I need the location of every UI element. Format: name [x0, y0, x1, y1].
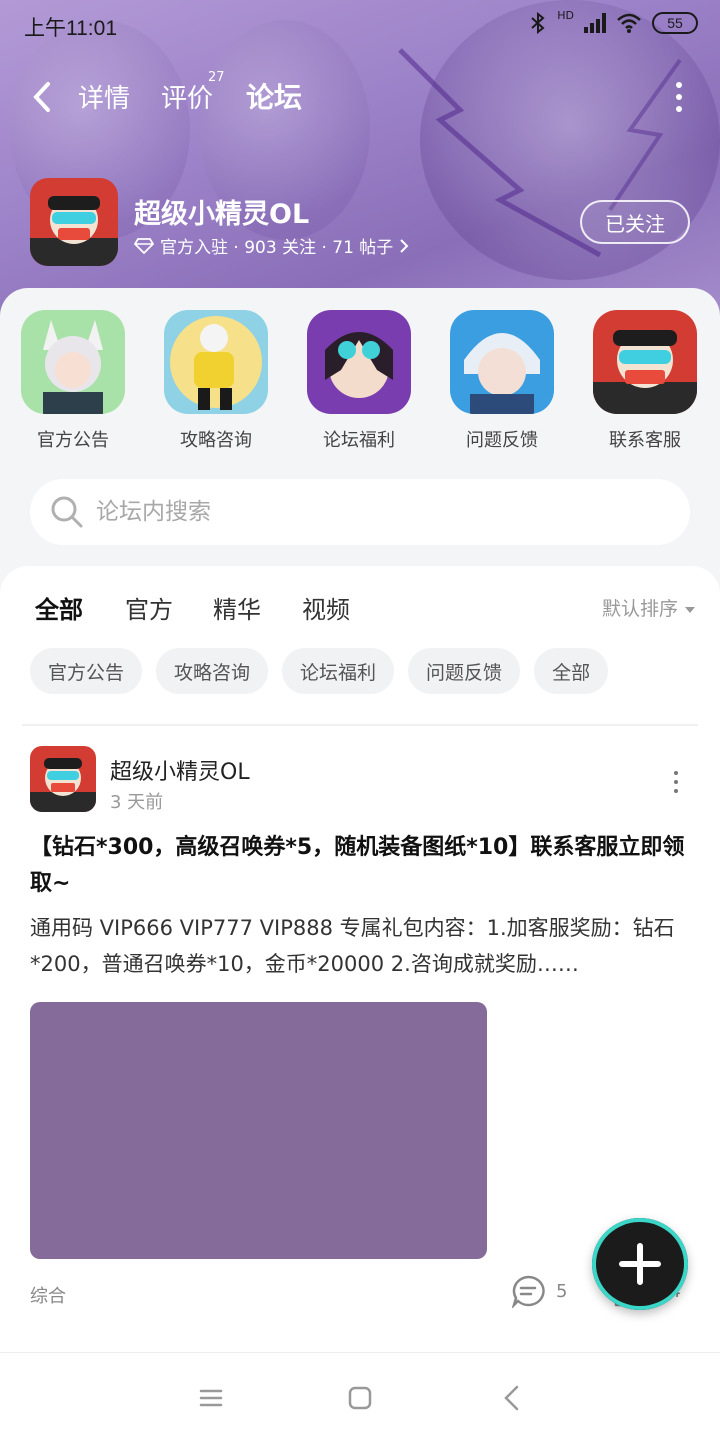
chip-feedback[interactable]: 问题反馈: [408, 648, 521, 694]
category-avatar: [450, 310, 554, 414]
category-support[interactable]: 联系客服: [580, 310, 710, 452]
search-input[interactable]: [96, 489, 656, 535]
category-label: 论坛福利: [323, 430, 395, 451]
category-welfare[interactable]: 论坛福利: [294, 310, 424, 452]
feed-tab-featured[interactable]: 精华: [213, 590, 261, 625]
wifi-icon: [617, 13, 641, 33]
menu-icon[interactable]: [196, 1383, 226, 1413]
follow-button[interactable]: 已关注: [580, 200, 690, 244]
more-options-icon[interactable]: [676, 82, 684, 112]
category-feedback[interactable]: 问题反馈: [437, 310, 567, 452]
category-label: 攻略咨询: [180, 430, 252, 451]
chip-all[interactable]: 全部: [534, 648, 609, 694]
post-time: 3 天前: [110, 792, 164, 813]
game-info: 超级小精灵OL 官方入驻 · 903 关注 · 71 帖子 已关注: [30, 178, 690, 268]
status-time: 上午11:01: [24, 17, 117, 40]
category-label: 联系客服: [609, 430, 681, 451]
chip-guide[interactable]: 攻略咨询: [156, 648, 269, 694]
category-label: 官方公告: [37, 430, 109, 451]
chip-official-notice[interactable]: 官方公告: [30, 648, 143, 694]
tab-reviews[interactable]: 评价: [161, 78, 213, 115]
feed-tab-official[interactable]: 官方: [125, 590, 173, 625]
chevron-right-icon: [400, 238, 409, 253]
tab-forum[interactable]: 论坛: [246, 76, 303, 119]
review-count-badge: 27: [208, 70, 225, 85]
divider: [22, 724, 698, 726]
game-title: 超级小精灵OL: [134, 199, 310, 230]
sort-label: 默认排序: [601, 598, 678, 620]
plus-icon: [619, 1243, 661, 1285]
category-official-notice[interactable]: 官方公告: [8, 310, 138, 452]
post-image[interactable]: [30, 1002, 487, 1259]
category-avatar: [593, 310, 697, 414]
feed-tabs: 全部 官方 精华 视频 默认排序: [0, 584, 720, 634]
post-author[interactable]: 超级小精灵OL: [110, 754, 250, 786]
bluetooth-icon: [531, 12, 545, 34]
comment-count: 5: [556, 1280, 568, 1302]
post-feed: 全部 官方 精华 视频 默认排序 官方公告 攻略咨询 论坛福利 问题反馈 全部: [0, 566, 720, 1440]
search-icon: [51, 496, 83, 528]
chip-welfare[interactable]: 论坛福利: [282, 648, 395, 694]
feed-tab-video[interactable]: 视频: [302, 590, 350, 625]
status-bar: 上午11:01 HD 55: [0, 0, 720, 50]
game-icon[interactable]: [30, 178, 118, 266]
tab-details[interactable]: 详情: [78, 78, 130, 115]
post-excerpt[interactable]: 通用码 VIP666 VIP777 VIP888 专属礼包内容：1.加客服奖励：…: [30, 910, 690, 982]
sort-dropdown[interactable]: 默认排序: [602, 594, 696, 621]
battery-indicator: 55: [652, 12, 698, 34]
system-nav-bar: [0, 1352, 720, 1440]
post-category-tag: 综合: [30, 1286, 66, 1307]
post-title[interactable]: 【钻石*300，高级召唤券*5，随机装备图纸*10】联系客服立即领取~: [30, 830, 690, 902]
category-avatar: [307, 310, 411, 414]
comment-icon: [511, 1275, 545, 1308]
game-stats[interactable]: 官方入驻 · 903 关注 · 71 帖子: [160, 233, 393, 258]
caret-down-icon: [685, 607, 695, 613]
avatar[interactable]: [30, 746, 96, 812]
category-shortcuts: 官方公告 攻略咨询 论坛福利 问题反馈 联系客服: [0, 310, 720, 460]
category-guide[interactable]: 攻略咨询: [151, 310, 281, 452]
home-icon[interactable]: [345, 1383, 375, 1413]
back-nav-icon[interactable]: [497, 1383, 527, 1413]
post-more-icon[interactable]: [674, 771, 678, 793]
network-type: HD: [557, 8, 574, 22]
game-banner: 上午11:01 HD 55 详情 评价 27 论坛 超级小精灵OL 官方入驻 ·…: [0, 0, 720, 320]
forum-search-bar[interactable]: [30, 479, 690, 545]
category-avatar: [21, 310, 125, 414]
diamond-icon: [134, 237, 154, 254]
category-avatar: [164, 310, 268, 414]
filter-chips: 官方公告 攻略咨询 论坛福利 问题反馈 全部: [30, 648, 609, 694]
top-nav: 详情 评价 27 论坛: [0, 70, 720, 124]
comment-button[interactable]: 5: [510, 1274, 567, 1308]
signal-icon: [584, 13, 606, 33]
back-icon[interactable]: [28, 80, 58, 114]
new-post-button[interactable]: [592, 1218, 688, 1310]
category-label: 问题反馈: [466, 430, 538, 451]
feed-tab-all[interactable]: 全部: [35, 590, 83, 631]
